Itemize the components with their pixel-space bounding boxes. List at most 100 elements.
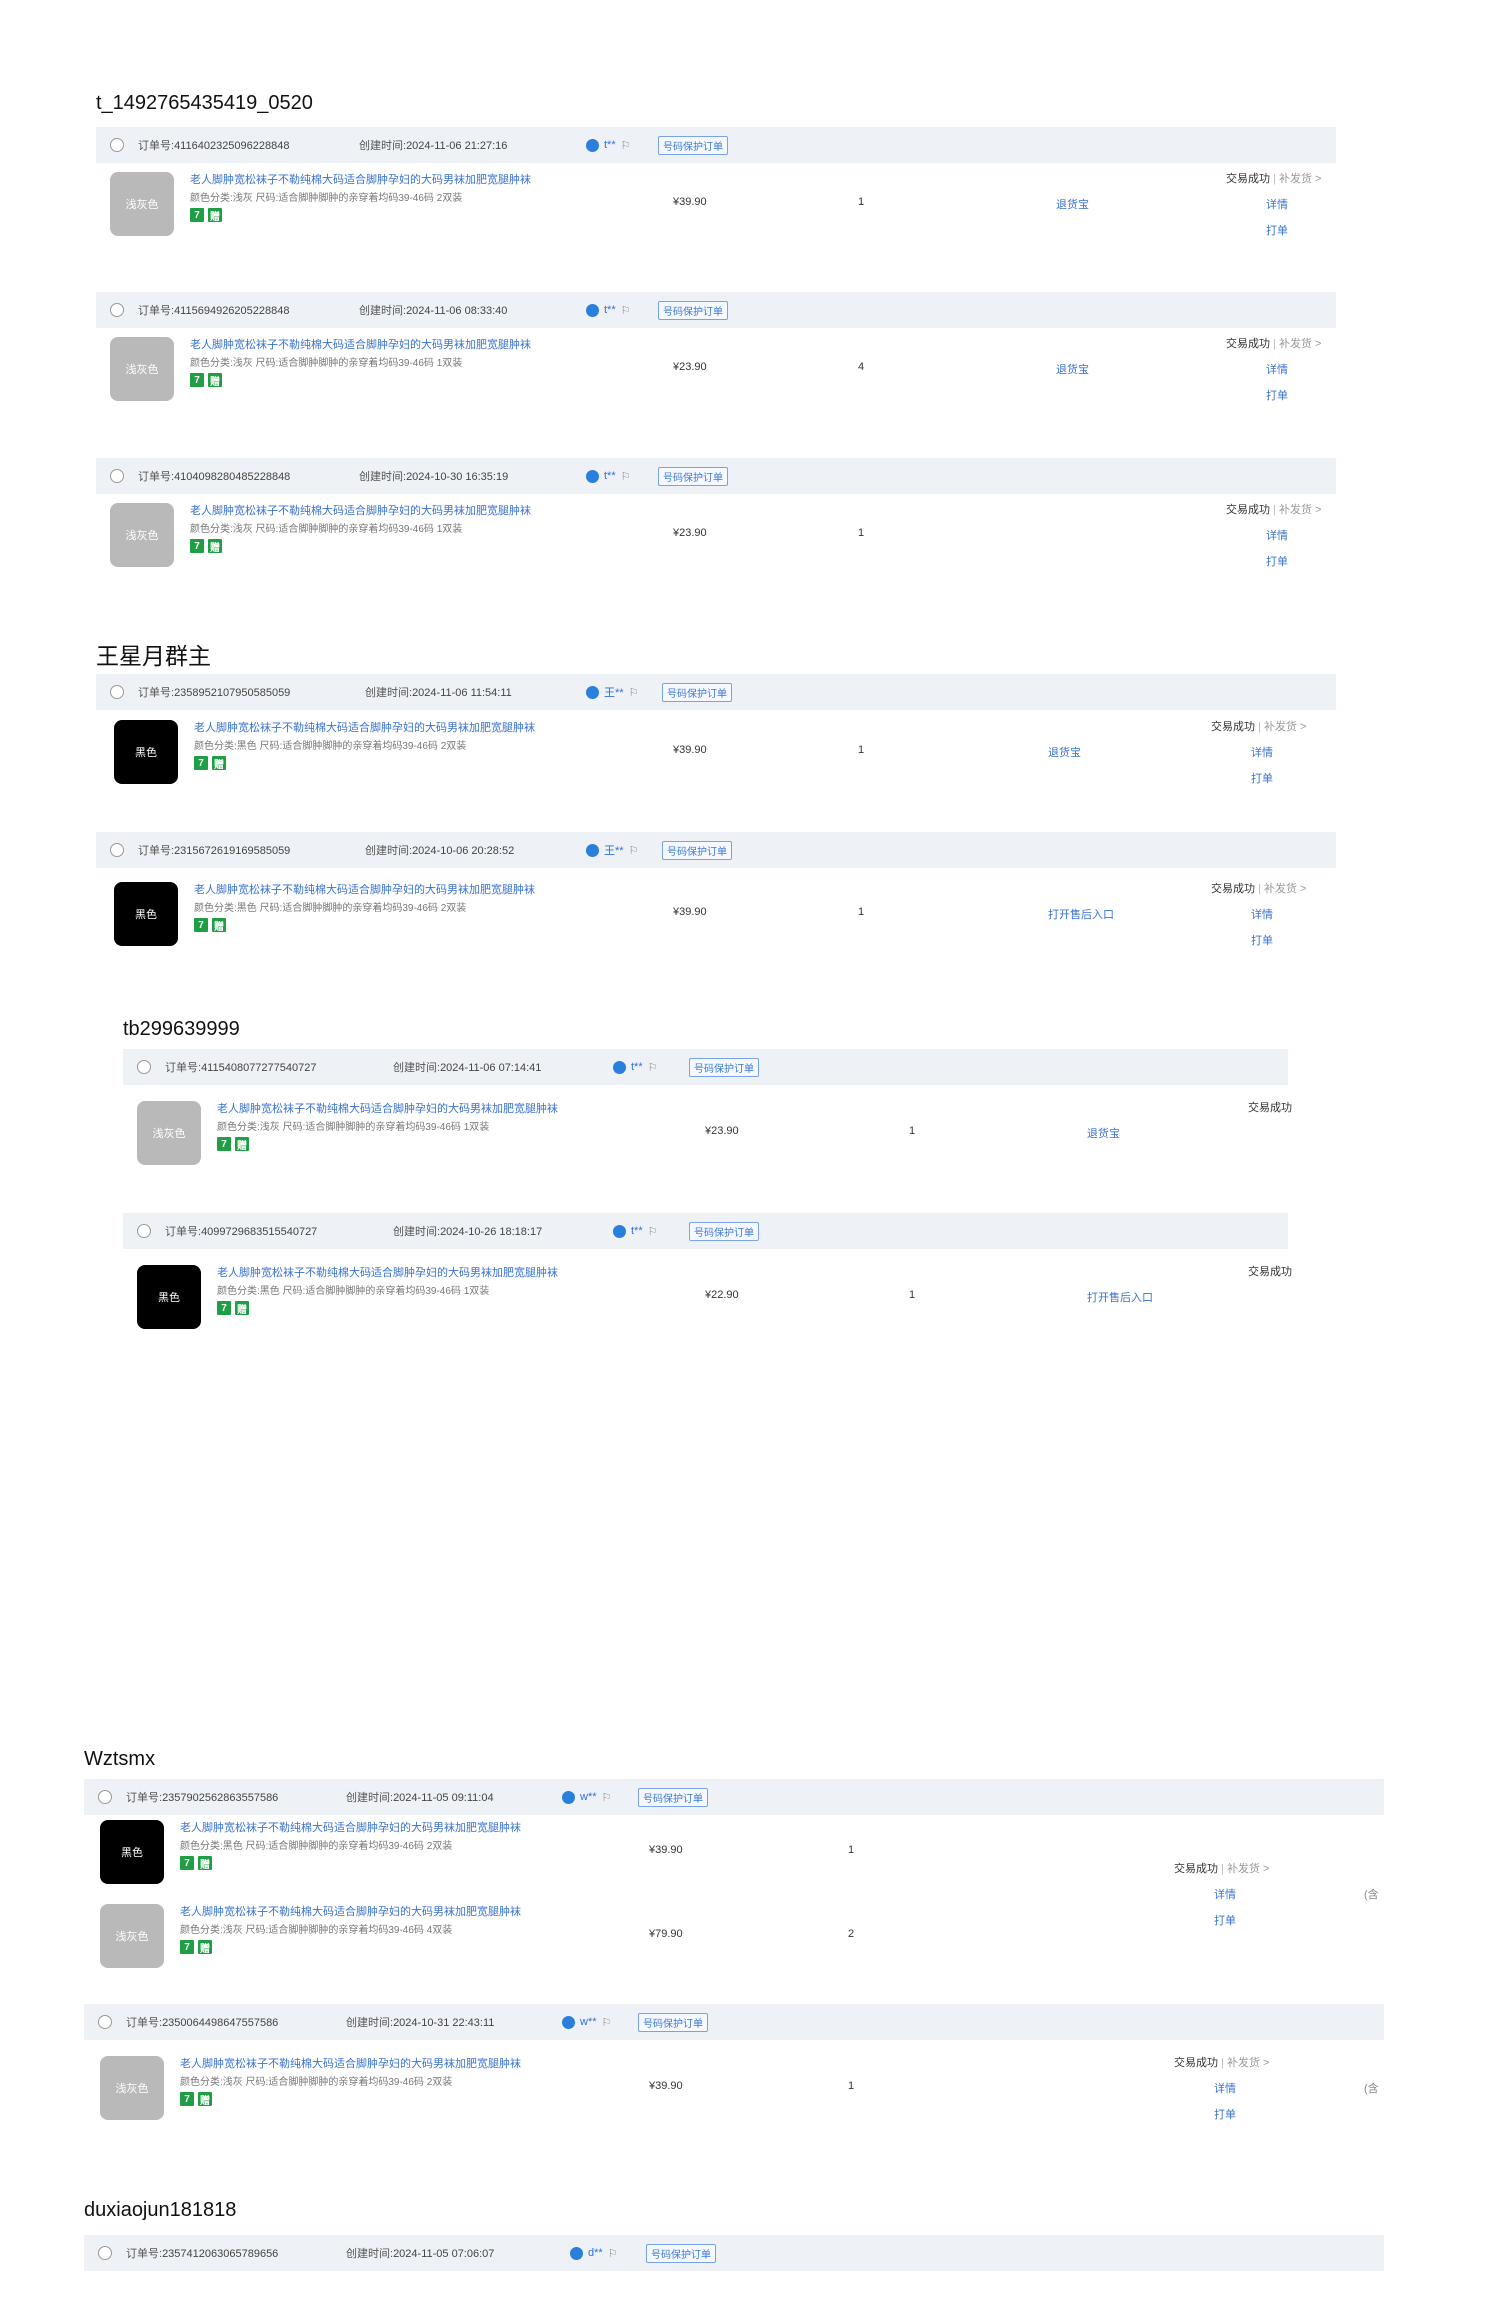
gift-icon: 赠 — [235, 1137, 249, 1152]
product-sku: 颜色分类:浅灰 尺码:适合脚肿脚肿的亲穿着均码39-46码 4双装 — [180, 1925, 453, 1936]
detail-link[interactable]: 详情 — [1251, 906, 1273, 922]
product-thumbnail[interactable]: 黑色 — [114, 720, 178, 784]
flag-icon[interactable]: ⚐ — [608, 2247, 618, 2260]
print-order-link[interactable]: 打单 — [1251, 770, 1273, 786]
detail-link[interactable]: 详情 — [1251, 744, 1273, 760]
product-title-link[interactable]: 老人脚肿宽松袜子不勒纯棉大码适合脚肿孕妇的大码男袜加肥宽腿肿袜 — [180, 2055, 521, 2071]
product-title-link[interactable]: 老人脚肿宽松袜子不勒纯棉大码适合脚肿孕妇的大码男袜加肥宽腿肿袜 — [217, 1264, 558, 1280]
product-title-link[interactable]: 老人脚肿宽松袜子不勒纯棉大码适合脚肿孕妇的大码男袜加肥宽腿肿袜 — [194, 881, 535, 897]
order-checkbox[interactable] — [98, 1790, 112, 1804]
created-time: 创建时间:2024-11-06 11:54:11 — [365, 684, 512, 700]
product-thumbnail[interactable]: 浅灰色 — [137, 1101, 201, 1165]
wangwang-chat-icon[interactable] — [562, 1790, 575, 1804]
product-title-link[interactable]: 老人脚肿宽松袜子不勒纯棉大码适合脚肿孕妇的大码男袜加肥宽腿肿袜 — [180, 1819, 521, 1835]
print-order-link[interactable]: 打单 — [1266, 222, 1288, 238]
order-checkbox[interactable] — [137, 1060, 151, 1074]
reship-link[interactable]: 补发货 > — [1279, 504, 1321, 516]
order-number-label: 订单号: — [138, 471, 175, 483]
flag-icon[interactable]: ⚐ — [602, 1791, 612, 1804]
print-order-link[interactable]: 打单 — [1251, 932, 1273, 948]
buyer-contact[interactable]: t** ⚐ — [613, 1224, 658, 1238]
wangwang-chat-icon[interactable] — [562, 2015, 575, 2029]
order-checkbox[interactable] — [137, 1224, 151, 1238]
product-thumbnail[interactable]: 浅灰色 — [110, 337, 174, 401]
detail-link[interactable]: 详情 — [1266, 196, 1288, 212]
product-thumbnail[interactable]: 黑色 — [114, 882, 178, 946]
detail-link[interactable]: 详情 — [1214, 2080, 1236, 2096]
after-sale-service-link[interactable]: 退货宝 — [1087, 1125, 1120, 1141]
wangwang-chat-icon[interactable] — [613, 1060, 626, 1074]
product-title-link[interactable]: 老人脚肿宽松袜子不勒纯棉大码适合脚肿孕妇的大码男袜加肥宽腿肿袜 — [190, 502, 531, 518]
product-title-link[interactable]: 老人脚肿宽松袜子不勒纯棉大码适合脚肿孕妇的大码男袜加肥宽腿肿袜 — [217, 1100, 558, 1116]
flag-icon[interactable]: ⚐ — [621, 470, 631, 483]
product-title-link[interactable]: 老人脚肿宽松袜子不勒纯棉大码适合脚肿孕妇的大码男袜加肥宽腿肿袜 — [190, 336, 531, 352]
buyer-contact[interactable]: t** ⚐ — [586, 469, 631, 483]
order-number: 订单号:2357902562863557586 — [126, 1789, 278, 1805]
after-sale-service-link[interactable]: 打开售后入口 — [1048, 906, 1114, 922]
product-thumbnail[interactable]: 浅灰色 — [100, 1904, 164, 1968]
created-time: 创建时间:2024-11-06 07:14:41 — [393, 1059, 541, 1075]
flag-icon[interactable]: ⚐ — [621, 139, 631, 152]
wangwang-chat-icon[interactable] — [586, 138, 599, 152]
order-checkbox[interactable] — [110, 685, 124, 699]
print-order-link[interactable]: 打单 — [1266, 387, 1288, 403]
detail-link[interactable]: 详情 — [1266, 527, 1288, 543]
order-checkbox[interactable] — [110, 303, 124, 317]
buyer-contact[interactable]: t** ⚐ — [613, 1060, 658, 1074]
product-thumbnail[interactable]: 浅灰色 — [110, 172, 174, 236]
buyer-contact[interactable]: t** ⚐ — [586, 303, 631, 317]
flag-icon[interactable]: ⚐ — [629, 844, 639, 857]
buyer-contact[interactable]: 王** ⚐ — [586, 842, 638, 858]
created-time-value: 2024-11-05 07:06:07 — [393, 2248, 495, 2260]
wangwang-chat-icon[interactable] — [586, 685, 599, 699]
product-sku: 颜色分类:黑色 尺码:适合脚肿脚肿的亲穿着均码39-46码 2双装 — [194, 741, 467, 752]
reship-link[interactable]: 补发货 > — [1264, 721, 1306, 733]
print-order-link[interactable]: 打单 — [1214, 1912, 1236, 1928]
after-sale-service-link[interactable]: 退货宝 — [1056, 196, 1089, 212]
reship-link[interactable]: 补发货 > — [1264, 883, 1306, 895]
order-checkbox[interactable] — [110, 469, 124, 483]
flag-icon[interactable]: ⚐ — [602, 2016, 612, 2029]
detail-link[interactable]: 详情 — [1266, 361, 1288, 377]
print-order-link[interactable]: 打单 — [1214, 2106, 1236, 2122]
reship-link[interactable]: 补发货 > — [1227, 2057, 1269, 2069]
flag-icon[interactable]: ⚐ — [648, 1061, 658, 1074]
reship-link[interactable]: 补发货 > — [1279, 338, 1321, 350]
reship-link[interactable]: 补发货 > — [1227, 1863, 1269, 1875]
order-checkbox[interactable] — [110, 138, 124, 152]
product-title-link[interactable]: 老人脚肿宽松袜子不勒纯棉大码适合脚肿孕妇的大码男袜加肥宽腿肿袜 — [180, 1903, 521, 1919]
wangwang-chat-icon[interactable] — [613, 1224, 626, 1238]
after-sale-service-link[interactable]: 打开售后入口 — [1087, 1289, 1153, 1305]
after-sale-service-link[interactable]: 退货宝 — [1048, 744, 1081, 760]
product-thumbnail[interactable]: 黑色 — [137, 1265, 201, 1329]
truncated-column-text: (含 — [1364, 2083, 1379, 2095]
product-title-link[interactable]: 老人脚肿宽松袜子不勒纯棉大码适合脚肿孕妇的大码男袜加肥宽腿肿袜 — [194, 719, 535, 735]
order-checkbox[interactable] — [98, 2246, 112, 2260]
wangwang-chat-icon[interactable] — [586, 469, 599, 483]
detail-link[interactable]: 详情 — [1214, 1886, 1236, 1902]
flag-icon[interactable]: ⚐ — [629, 686, 639, 699]
order-checkbox[interactable] — [110, 843, 124, 857]
seven-day-return-icon: 7 — [190, 208, 204, 222]
flag-icon[interactable]: ⚐ — [648, 1225, 658, 1238]
flag-icon[interactable]: ⚐ — [621, 304, 631, 317]
buyer-contact[interactable]: d** ⚐ — [570, 2246, 618, 2260]
print-order-link[interactable]: 打单 — [1266, 553, 1288, 569]
order-checkbox[interactable] — [98, 2015, 112, 2029]
order-number-label: 订单号: — [126, 2248, 163, 2260]
product-title-link[interactable]: 老人脚肿宽松袜子不勒纯棉大码适合脚肿孕妇的大码男袜加肥宽腿肿袜 — [190, 171, 531, 187]
wangwang-chat-icon[interactable] — [570, 2246, 583, 2260]
reship-link[interactable]: 补发货 > — [1279, 173, 1321, 185]
product-thumbnail[interactable]: 黑色 — [100, 1820, 164, 1884]
buyer-contact[interactable]: w** ⚐ — [562, 2015, 612, 2029]
product-sku: 颜色分类:黑色 尺码:适合脚肿脚肿的亲穿着均码39-46码 2双装 — [194, 903, 467, 914]
buyer-contact[interactable]: w** ⚐ — [562, 1790, 612, 1804]
after-sale-service-link[interactable]: 退货宝 — [1056, 361, 1089, 377]
product-thumbnail[interactable]: 浅灰色 — [100, 2056, 164, 2120]
order-number-label: 订单号: — [138, 687, 175, 699]
wangwang-chat-icon[interactable] — [586, 303, 599, 317]
buyer-contact[interactable]: t** ⚐ — [586, 138, 631, 152]
buyer-contact[interactable]: 王** ⚐ — [586, 684, 638, 700]
product-thumbnail[interactable]: 浅灰色 — [110, 503, 174, 567]
wangwang-chat-icon[interactable] — [586, 843, 599, 857]
